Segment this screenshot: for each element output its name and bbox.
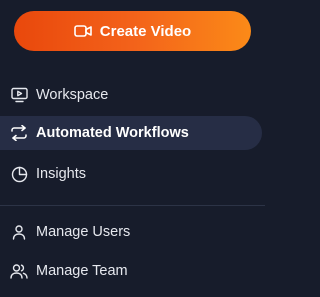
users-icon — [10, 262, 28, 280]
arrows-repeat-icon — [10, 124, 28, 142]
create-video-button[interactable]: Create Video — [14, 11, 251, 51]
sidebar-item-manage-team[interactable]: Manage Team — [0, 254, 265, 288]
divider — [0, 205, 265, 206]
sidebar-item-label: Manage Users — [36, 224, 131, 240]
sidebar-item-automated-workflows[interactable]: Automated Workflows — [0, 116, 262, 150]
sidebar-item-label: Workspace — [36, 87, 109, 103]
create-video-label: Create Video — [99, 22, 192, 40]
sidebar-item-label: Automated Workflows — [36, 125, 189, 141]
sidebar-item-label: Insights — [36, 166, 86, 182]
sidebar-item-insights[interactable]: Insights — [0, 157, 265, 191]
pie-chart-icon — [10, 165, 28, 183]
monitor-play-icon — [10, 86, 28, 104]
user-icon — [10, 223, 28, 241]
sidebar-item-label: Manage Team — [36, 263, 128, 279]
sidebar-item-manage-users[interactable]: Manage Users — [0, 215, 265, 249]
video-camera-icon — [73, 24, 92, 38]
sidebar-item-workspace[interactable]: Workspace — [0, 78, 265, 112]
